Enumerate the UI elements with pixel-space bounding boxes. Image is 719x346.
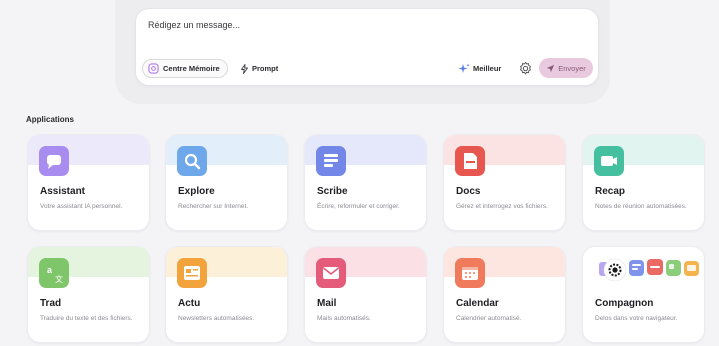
memory-center-button[interactable]: Centre Mémoire xyxy=(142,59,228,78)
settings-gear-icon[interactable] xyxy=(518,61,533,76)
app-name: Compagnon xyxy=(595,298,654,309)
app-name: Scribe xyxy=(317,186,348,197)
text-lines-icon xyxy=(316,146,346,176)
lightning-icon xyxy=(241,63,248,74)
app-name: Calendar xyxy=(456,298,499,309)
app-description: Votre assistant IA personnel. xyxy=(40,203,123,210)
app-card-recap[interactable]: Recap Notes de réunion automatisées. xyxy=(582,134,705,231)
better-model-button[interactable]: Meilleur xyxy=(458,59,501,78)
magnifier-icon xyxy=(177,146,207,176)
svg-text:a: a xyxy=(47,265,53,275)
app-description: Notes de réunion automatisées. xyxy=(595,203,687,210)
app-card-mail[interactable]: Mail Mails automatisés. xyxy=(304,246,427,343)
send-label: Envoyer xyxy=(558,63,586,73)
prompt-button[interactable]: Prompt xyxy=(240,59,278,78)
app-name: Explore xyxy=(178,186,215,197)
calendar-icon xyxy=(455,258,485,288)
app-description: Gérez et interrogez vos fichiers. xyxy=(456,203,548,210)
app-card-scribe[interactable]: Scribe Écrire, reformuler et corriger. xyxy=(304,134,427,231)
app-description: Rechercher sur Internet. xyxy=(178,203,249,210)
app-name: Actu xyxy=(178,298,201,309)
app-card-docs[interactable]: Docs Gérez et interrogez vos fichiers. xyxy=(443,134,566,231)
app-description: Calendrier automatisé. xyxy=(456,315,522,322)
document-icon xyxy=(455,146,485,176)
app-name: Docs xyxy=(456,186,481,197)
app-description: Écrire, reformuler et corriger. xyxy=(317,203,400,210)
chat-bubble-icon xyxy=(39,146,69,176)
envelope-icon xyxy=(316,258,346,288)
app-description: Newsletters automatisées. xyxy=(178,315,255,322)
companion-apps-strip-icon xyxy=(599,258,699,282)
app-card-trad[interactable]: a 文 Trad Traduire du texte et des fichiers. xyxy=(27,246,150,343)
prompt-label: Prompt xyxy=(252,64,279,73)
translate-icon: a文 xyxy=(39,258,69,288)
app-name: Recap xyxy=(595,186,626,197)
app-card-actu[interactable]: Actu Newsletters automatisées. xyxy=(165,246,288,343)
memory-center-label: Centre Mémoire xyxy=(163,64,220,73)
app-description: Traduire du texte et des fichiers. xyxy=(40,315,133,322)
message-input[interactable] xyxy=(148,20,578,30)
video-camera-icon xyxy=(594,146,624,176)
app-description: Delos dans votre navigateur. xyxy=(595,315,678,322)
app-name: Trad xyxy=(40,298,62,309)
svg-text:文: 文 xyxy=(55,274,63,284)
send-button[interactable]: Envoyer xyxy=(539,58,593,78)
app-card-calendar[interactable]: Calendar Calendrier automatisé. xyxy=(443,246,566,343)
app-card-assistant[interactable]: Assistant Votre assistant IA personnel. xyxy=(27,134,150,231)
app-card-explore[interactable]: Explore Rechercher sur Internet. xyxy=(165,134,288,231)
app-description: Mails automatisés. xyxy=(317,315,371,322)
applications-heading: Applications xyxy=(26,115,75,124)
sparkles-icon xyxy=(458,63,470,73)
better-model-label: Meilleur xyxy=(473,64,502,73)
message-composer: Centre Mémoire Prompt Meilleur Envoyer xyxy=(135,8,599,86)
send-arrow-icon xyxy=(547,64,555,72)
app-name: Mail xyxy=(317,298,337,309)
newspaper-icon xyxy=(177,258,207,288)
memory-icon xyxy=(148,63,159,74)
app-name: Assistant xyxy=(40,186,86,197)
